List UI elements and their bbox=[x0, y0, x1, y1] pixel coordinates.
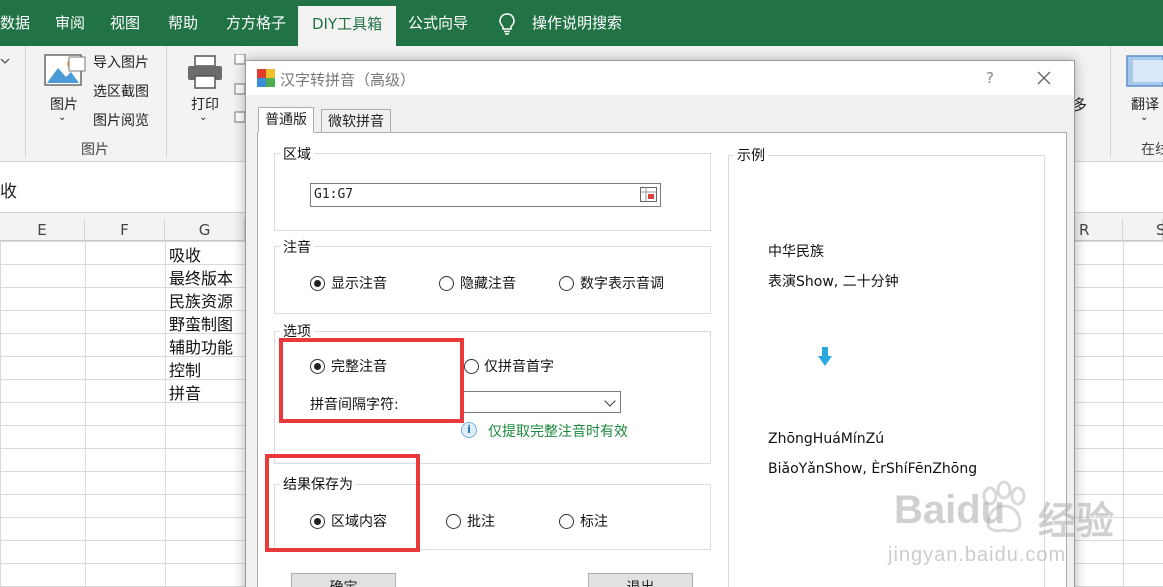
ok-button[interactable]: 确定 bbox=[291, 573, 396, 587]
print-button-label[interactable]: 打印 bbox=[191, 94, 219, 114]
exit-button[interactable]: 退出 bbox=[588, 573, 693, 587]
example-input-line-1: 中华民族 bbox=[768, 244, 824, 260]
info-icon: i bbox=[461, 422, 477, 438]
cell-g2[interactable]: 最终版本 bbox=[169, 265, 233, 289]
app-icon bbox=[257, 69, 275, 87]
numeric-tone-radio[interactable] bbox=[559, 276, 574, 291]
hint-text: 仅提取完整注音时有效 bbox=[488, 424, 628, 440]
tell-me-search[interactable]: 操作说明搜索 bbox=[532, 0, 622, 46]
tab-fangfang[interactable]: 方方格子 bbox=[226, 0, 286, 46]
picture-browse-button[interactable]: 图片阅览 bbox=[93, 110, 149, 130]
column-header-r[interactable]: R bbox=[1075, 219, 1123, 241]
chevron-down-icon: ⌄ bbox=[199, 112, 208, 123]
chevron-down-icon: ⌄ bbox=[58, 112, 67, 123]
help-button[interactable]: ? bbox=[979, 67, 1001, 89]
watermark-brand-cn: 经验 bbox=[1038, 499, 1115, 543]
cell-g1[interactable]: 吸收 bbox=[169, 242, 201, 266]
ribbon-separator bbox=[166, 46, 167, 158]
ribbon-separator bbox=[25, 46, 26, 158]
tab-data[interactable]: 数据 bbox=[0, 0, 30, 46]
example-section-label: 示例 bbox=[734, 145, 768, 165]
cell-g5[interactable]: 辅助功能 bbox=[169, 334, 233, 358]
annotation-section-label: 注音 bbox=[280, 237, 314, 257]
grid-column-line bbox=[85, 241, 86, 587]
column-header-f[interactable]: F bbox=[85, 219, 165, 241]
hide-annotation-radio[interactable] bbox=[439, 276, 454, 291]
online-group-label: 在线 bbox=[1141, 142, 1163, 158]
import-picture-button[interactable]: 导入图片 bbox=[93, 52, 149, 72]
watermark-brand: Baidu bbox=[894, 488, 1006, 532]
cell-g3[interactable]: 民族资源 bbox=[169, 288, 233, 312]
chevron-down-icon[interactable] bbox=[0, 56, 10, 66]
tab-standard[interactable]: 普通版 bbox=[258, 107, 314, 133]
numeric-tone-label[interactable]: 数字表示音调 bbox=[580, 273, 664, 293]
lightbulb-icon bbox=[499, 13, 515, 35]
tab-view[interactable]: 视图 bbox=[110, 0, 140, 46]
example-output-line-1: ZhōngHuáMínZú bbox=[768, 431, 885, 447]
dialog-titlebar[interactable]: 汉字转拼音（高级） ? bbox=[246, 61, 1074, 95]
highlight-box-save bbox=[265, 454, 420, 552]
region-section-label: 区域 bbox=[280, 144, 314, 164]
chevron-down-icon bbox=[604, 395, 616, 407]
chevron-down-icon: ⌄ bbox=[1140, 112, 1149, 123]
save-note-label[interactable]: 标注 bbox=[580, 511, 608, 531]
watermark-url: jingyan.baidu.com bbox=[888, 544, 1067, 566]
initials-only-radio[interactable] bbox=[464, 359, 479, 374]
close-icon[interactable] bbox=[1032, 66, 1056, 90]
save-note-radio[interactable] bbox=[559, 514, 574, 529]
column-header-s[interactable]: S bbox=[1123, 219, 1163, 241]
column-header-e[interactable]: E bbox=[0, 219, 85, 241]
translate-icon[interactable] bbox=[1126, 54, 1163, 90]
printer-icon[interactable] bbox=[186, 54, 224, 90]
grid-column-line bbox=[165, 241, 166, 587]
tab-microsoft-pinyin[interactable]: 微软拼音 bbox=[321, 109, 391, 133]
ribbon-separator bbox=[1110, 46, 1111, 158]
column-header-g[interactable]: G bbox=[165, 219, 245, 241]
picture-group-label: 图片 bbox=[81, 142, 109, 158]
region-input[interactable]: G1:G7 bbox=[310, 183, 661, 207]
tab-diy-toolbox[interactable]: DIY工具箱 bbox=[298, 6, 397, 46]
hide-annotation-label[interactable]: 隐藏注音 bbox=[460, 273, 516, 293]
separator-select[interactable] bbox=[462, 391, 621, 413]
arrow-down-icon bbox=[818, 347, 832, 366]
tab-review[interactable]: 审阅 bbox=[55, 0, 85, 46]
initials-only-label[interactable]: 仅拼音首字 bbox=[484, 356, 554, 376]
show-annotation-label[interactable]: 显示注音 bbox=[331, 273, 387, 293]
import-picture-icon bbox=[68, 56, 86, 72]
cell-g4[interactable]: 野蛮制图 bbox=[169, 311, 233, 335]
highlight-box-options bbox=[279, 338, 464, 423]
save-comment-radio[interactable] bbox=[446, 514, 461, 529]
range-picker-icon[interactable] bbox=[640, 187, 657, 202]
save-comment-label[interactable]: 批注 bbox=[467, 511, 495, 531]
cell-g7[interactable]: 拼音 bbox=[169, 380, 201, 404]
cell-g6[interactable]: 控制 bbox=[169, 357, 201, 381]
dialog-title: 汉字转拼音（高级） bbox=[280, 71, 416, 89]
picture-button-label[interactable]: 图片 bbox=[50, 94, 78, 114]
ribbon-tab-bar: 数据 审阅 视图 帮助 方方格子 DIY工具箱 公式向导 操作说明搜索 bbox=[0, 0, 1163, 46]
tab-help[interactable]: 帮助 bbox=[168, 0, 198, 46]
translate-button-label[interactable]: 翻译 bbox=[1131, 94, 1159, 114]
formula-bar-text: 收 bbox=[0, 182, 17, 202]
region-screenshot-button[interactable]: 选区截图 bbox=[93, 81, 149, 101]
tab-formula-wizard[interactable]: 公式向导 bbox=[408, 0, 468, 46]
example-input-line-2: 表演Show, 二十分钟 bbox=[768, 274, 899, 290]
baidu-watermark: Baidu 经验 jingyan.baidu.com bbox=[880, 460, 1160, 585]
show-annotation-radio[interactable] bbox=[310, 276, 325, 291]
